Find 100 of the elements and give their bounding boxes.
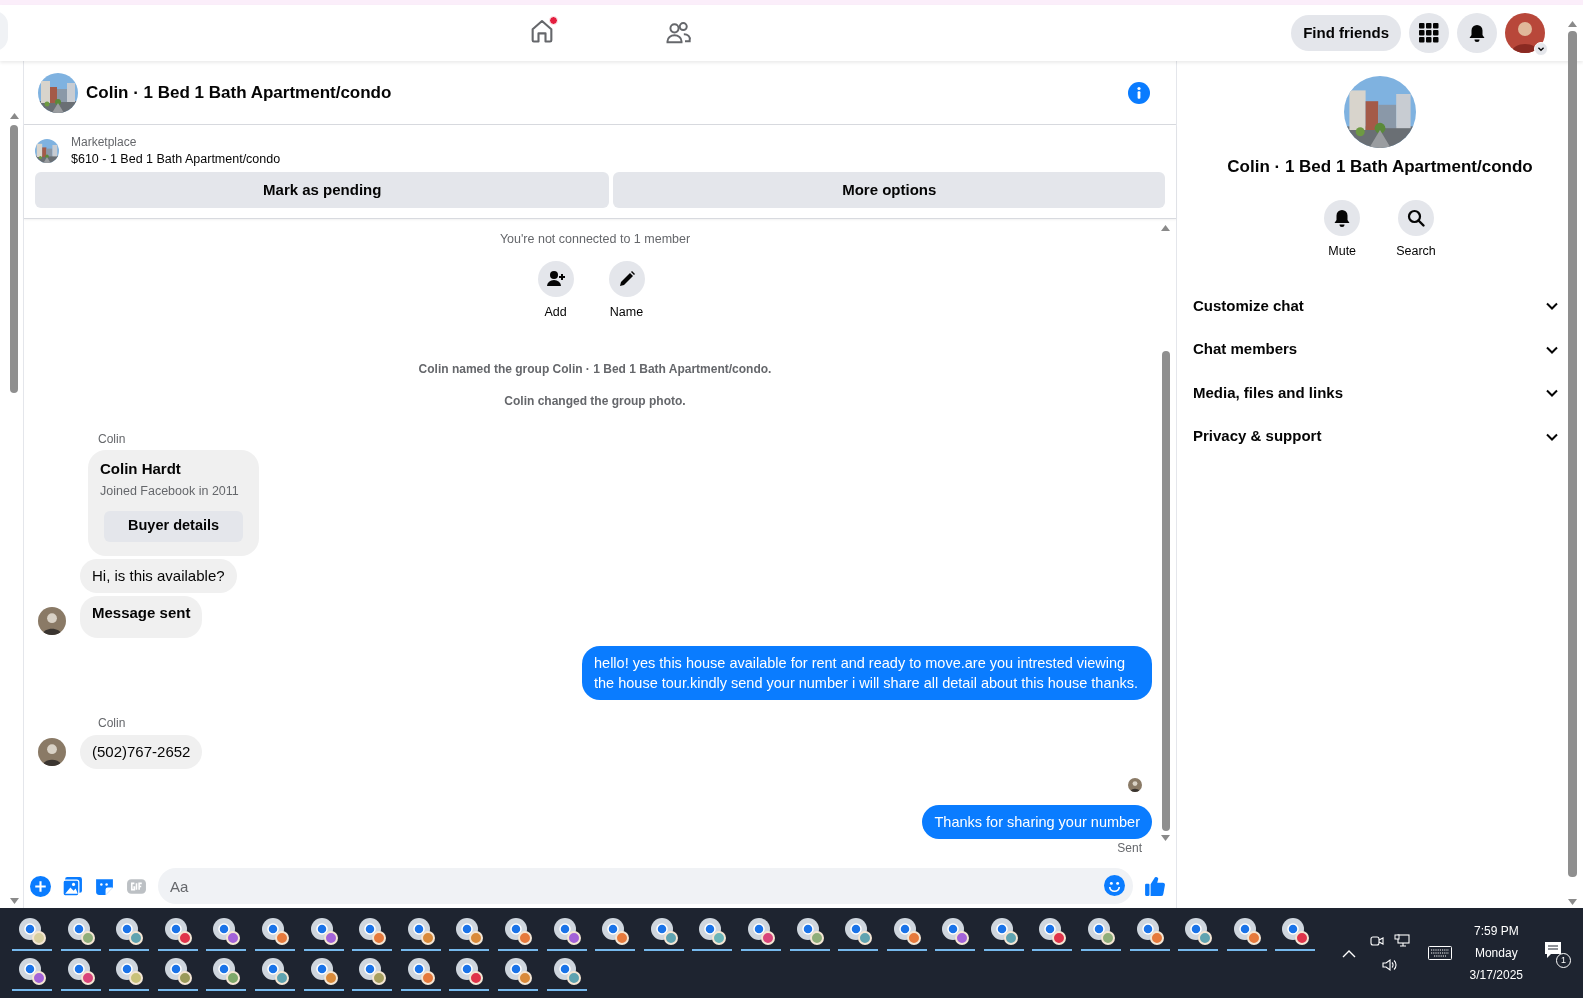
- scroll-up-icon[interactable]: [10, 113, 19, 119]
- chevron-up-icon[interactable]: [1341, 948, 1356, 958]
- sender-name: Colin: [98, 430, 127, 448]
- read-receipt-icon: [1128, 777, 1142, 792]
- section-label: Customize chat: [1193, 295, 1304, 316]
- find-friends-button[interactable]: Find friends: [1291, 15, 1401, 51]
- section-row[interactable]: Customize chat: [1193, 284, 1559, 328]
- section-label: Chat members: [1193, 339, 1298, 360]
- app-icon: [795, 917, 824, 945]
- app-icon: [552, 917, 581, 945]
- app-icon: [66, 917, 95, 945]
- app-icon: [309, 917, 338, 945]
- app-icon: [18, 957, 46, 985]
- name-group-button[interactable]: [608, 260, 645, 297]
- listing-source: Marketplace: [71, 134, 138, 150]
- message-bubble: Hi, is this available?: [80, 558, 237, 593]
- app-icon: [746, 917, 775, 945]
- clock-day: Monday: [1474, 942, 1518, 964]
- action-label: Mute: [1328, 242, 1357, 260]
- profile-name: Colin Hardt: [100, 458, 182, 479]
- app-icon: [1281, 917, 1310, 945]
- mute-button[interactable]: [1324, 199, 1361, 236]
- app-icon: [1038, 917, 1067, 945]
- app-icon: [601, 917, 630, 945]
- app-icon: [260, 917, 289, 945]
- scroll-down-icon[interactable]: [10, 898, 19, 904]
- app-icon: [212, 917, 241, 945]
- app-icon: [503, 957, 532, 985]
- action-label: Add: [544, 303, 567, 321]
- add-member-button[interactable]: [537, 260, 574, 297]
- bell-icon: [1467, 23, 1487, 43]
- message-input[interactable]: Aa: [158, 868, 1133, 904]
- chevron-down-icon: [1534, 42, 1548, 56]
- action-button[interactable]: Mark as pending: [35, 172, 610, 208]
- scroll-down-icon[interactable]: [1161, 835, 1170, 841]
- action-button[interactable]: More options: [613, 172, 1165, 208]
- app-icon: [115, 917, 144, 945]
- section-row[interactable]: Privacy & support: [1193, 414, 1559, 459]
- app-icon: [649, 917, 678, 945]
- section-row[interactable]: Media, files and links: [1193, 371, 1559, 415]
- member-notice: You're not connected to 1 member: [499, 231, 691, 248]
- buyer-details-button[interactable]: Buyer details: [104, 510, 244, 542]
- message-bubble: hello! yes this house available for rent and ready to move.are you intrested viewing the house tour.kindly send your number i will share all detail about this house thanks.: [582, 645, 1152, 700]
- scroll-up-icon[interactable]: [1568, 21, 1577, 27]
- scrollbar-thumb[interactable]: [1162, 351, 1170, 831]
- volume-icon[interactable]: [1381, 958, 1398, 972]
- app-icon: [406, 957, 435, 985]
- app-icon: [941, 917, 970, 945]
- app-icon: [552, 957, 581, 985]
- avatar-icon[interactable]: [1505, 13, 1545, 53]
- section-label: Media, files and links: [1193, 382, 1344, 403]
- notifications-button[interactable]: [1457, 13, 1497, 53]
- scroll-down-icon[interactable]: [1568, 899, 1577, 905]
- clock[interactable]: 7:59 PM Monday 3/17/2025: [1469, 920, 1523, 986]
- app-icon: [989, 917, 1018, 945]
- add-person-icon: [545, 268, 566, 289]
- app-icon: [309, 957, 338, 985]
- info-icon[interactable]: [1128, 81, 1150, 104]
- app-icon: [892, 917, 921, 945]
- app-icon: [455, 957, 484, 985]
- network-icon[interactable]: [1393, 934, 1410, 948]
- menu-button[interactable]: [1409, 13, 1449, 53]
- notification-count: 1: [1556, 953, 1571, 968]
- keyboard-icon[interactable]: [1427, 946, 1452, 960]
- scrollbar-thumb[interactable]: [1568, 31, 1577, 877]
- scroll-up-icon[interactable]: [1161, 225, 1170, 231]
- app-icon: [163, 957, 192, 985]
- thumbs-up-icon[interactable]: [1144, 875, 1166, 897]
- app-icon: [358, 957, 387, 985]
- image-icon[interactable]: [62, 875, 83, 897]
- scrollbar-thumb[interactable]: [10, 125, 18, 393]
- apps-grid-icon: [1419, 23, 1439, 43]
- app-icon: [1135, 917, 1164, 945]
- system-message: Colin changed the group photo.: [504, 392, 686, 410]
- profile-subtitle: Joined Facebook in 2011: [100, 483, 240, 500]
- clock-time: 7:59 PM: [1473, 923, 1519, 940]
- message-bubble: Message sent: [80, 595, 203, 638]
- camera-icon[interactable]: [1369, 934, 1384, 948]
- add-icon[interactable]: [30, 875, 51, 897]
- sender-name: Colin: [98, 714, 127, 732]
- message-bubble: Thanks for sharing your number: [922, 804, 1152, 839]
- app-icon: [212, 957, 241, 985]
- app-icon: [1087, 917, 1116, 945]
- message-status: Sent: [1117, 839, 1142, 857]
- app-icon: [406, 917, 435, 945]
- action-label: Name: [609, 303, 644, 321]
- emoji-icon[interactable]: [1104, 875, 1125, 896]
- search-button[interactable]: [1398, 199, 1434, 236]
- app-icon: [115, 957, 144, 985]
- app-icon: [163, 917, 192, 945]
- notification-icon[interactable]: [1543, 940, 1563, 960]
- system-message: Colin named the group Colin · 1 Bed 1 Bath Apartment/condo.: [418, 360, 772, 378]
- app-icon: [455, 917, 484, 945]
- conversation-title: Colin · 1 Bed 1 Bath Apartment/condo: [1227, 156, 1533, 178]
- chat-title: Colin · 1 Bed 1 Bath Apartment/condo: [86, 81, 392, 104]
- app-icon: [1232, 917, 1261, 945]
- clock-date: 3/17/2025: [1469, 967, 1523, 984]
- section-row[interactable]: Chat members: [1193, 327, 1559, 372]
- app-icon: [18, 917, 46, 945]
- listing-title[interactable]: $610 - 1 Bed 1 Bath Apartment/condo: [71, 150, 281, 168]
